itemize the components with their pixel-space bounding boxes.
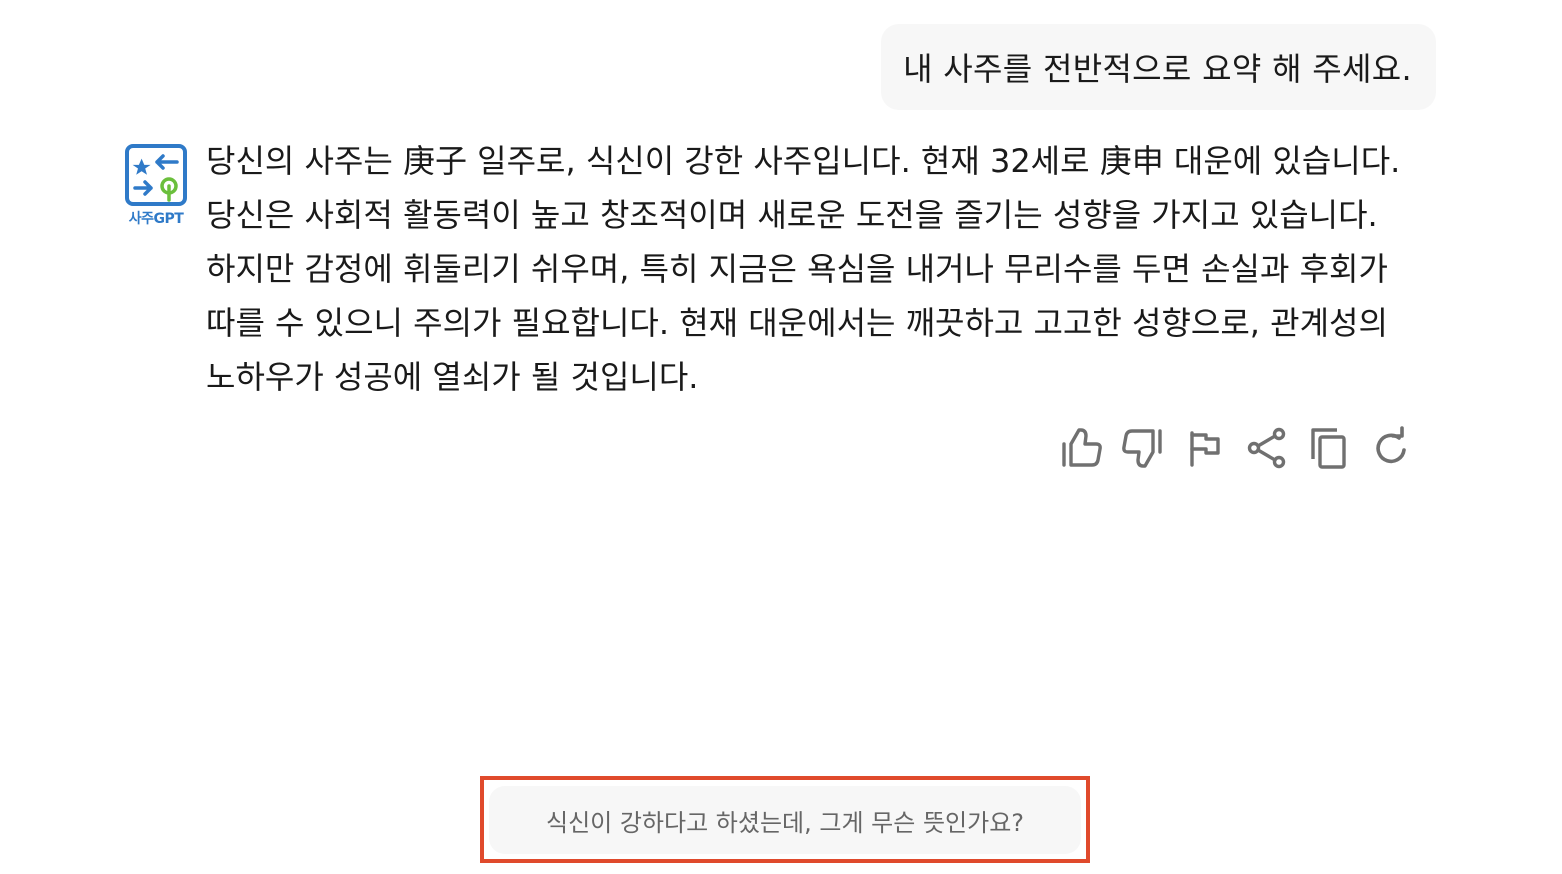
thumbs-up-icon [1062,428,1102,467]
refresh-icon [1376,426,1406,464]
saju-gpt-logo-icon [125,144,187,206]
copy-button[interactable] [1298,424,1360,472]
like-button[interactable] [1050,424,1112,472]
user-message-text: 내 사주를 전반적으로 요약 해 주세요. [903,50,1412,88]
chat-page: 내 사주를 전반적으로 요약 해 주세요. 사주GPT 당신의 사주는 庚子 일… [0,0,1562,874]
suggested-question-button[interactable]: 식신이 강하다고 하셨는데, 그게 무슨 뜻인가요? [489,786,1081,854]
share-button[interactable] [1236,424,1298,472]
share-icon [1247,427,1286,469]
bot-avatar: 사주GPT [122,142,190,232]
report-button[interactable] [1174,424,1236,472]
bot-message-text: 당신의 사주는 庚子 일주로, 식신이 강한 사주입니다. 현재 32세로 庚申… [206,142,1401,396]
bot-name: 사주GPT [128,211,184,227]
dislike-button[interactable] [1112,424,1174,472]
suggested-question-text: 식신이 강하다고 하셨는데, 그게 무슨 뜻인가요? [545,808,1025,837]
copy-icon [1311,428,1346,469]
message-actions [1050,424,1422,472]
thumbs-down-icon [1122,429,1162,468]
user-message-bubble: 내 사주를 전반적으로 요약 해 주세요. [881,24,1436,110]
regenerate-button[interactable] [1360,424,1422,472]
flag-icon [1190,431,1220,467]
